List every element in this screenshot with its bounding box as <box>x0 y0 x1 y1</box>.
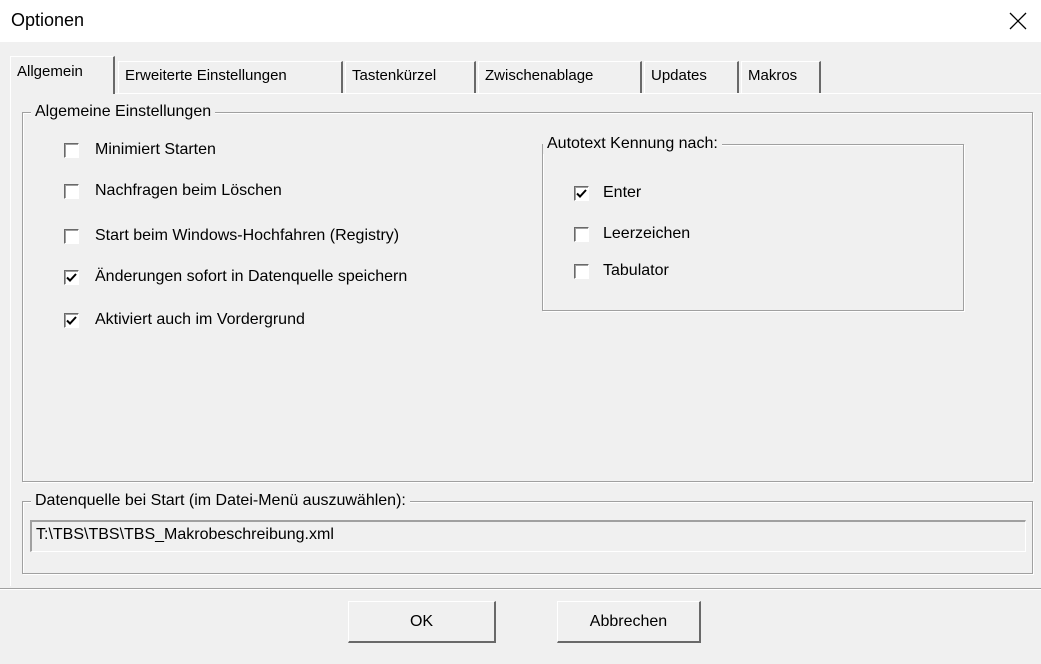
option-nachfragen-loeschen[interactable]: Nachfragen beim Löschen <box>64 182 282 200</box>
tab-makros[interactable]: Makros <box>741 61 821 93</box>
autotext-option-leerzeichen[interactable]: Leerzeichen <box>574 225 690 243</box>
title-bar: Optionen <box>0 0 1041 42</box>
checkbox-tabulator[interactable] <box>574 263 589 279</box>
ok-button[interactable]: OK <box>348 601 496 643</box>
tab-label: Erweiterte Einstellungen <box>125 67 287 84</box>
option-label: Minimiert Starten <box>95 141 216 158</box>
tab-erweiterte-einstellungen[interactable]: Erweiterte Einstellungen <box>118 61 343 93</box>
checkmark-icon <box>66 272 77 282</box>
button-divider <box>0 588 1041 590</box>
autotext-option-tabulator[interactable]: Tabulator <box>574 262 669 280</box>
checkbox-windows-start[interactable] <box>64 228 79 244</box>
close-button[interactable] <box>995 0 1041 42</box>
option-sofort-speichern[interactable]: Änderungen sofort in Datenquelle speiche… <box>64 268 407 286</box>
tab-updates[interactable]: Updates <box>644 61 739 93</box>
option-label: Nachfragen beim Löschen <box>95 182 282 199</box>
autotext-option-enter[interactable]: Enter <box>574 184 641 202</box>
option-label: Leerzeichen <box>603 225 691 242</box>
tab-label: Allgemein <box>17 63 83 80</box>
general-settings-title: Algemeine Einstellungen <box>31 102 216 122</box>
tab-label: Updates <box>651 67 707 84</box>
autotext-title: Autotext Kennung nach: <box>543 134 722 154</box>
tab-label: Zwischenablage <box>485 67 594 84</box>
option-vordergrund[interactable]: Aktiviert auch im Vordergrund <box>64 311 305 329</box>
option-minimiert-starten[interactable]: Minimiert Starten <box>64 141 216 159</box>
tab-tastenkuerzel[interactable]: Tastenkürzel <box>345 61 476 93</box>
option-label: Aktiviert auch im Vordergrund <box>95 311 305 328</box>
tab-allgemein[interactable]: Allgemein <box>10 56 115 94</box>
tab-label: Makros <box>748 67 798 84</box>
checkbox-enter[interactable] <box>574 185 589 201</box>
option-label: Änderungen sofort in Datenquelle speiche… <box>95 268 408 285</box>
checkbox-leerzeichen[interactable] <box>574 226 589 242</box>
checkbox-minimiert-starten[interactable] <box>64 142 79 158</box>
option-label: Tabulator <box>603 262 669 279</box>
datasource-title: Datenquelle bei Start (im Datei-Menü aus… <box>31 491 410 511</box>
tab-label: Tastenkürzel <box>352 67 437 84</box>
option-windows-start[interactable]: Start beim Windows-Hochfahren (Registry) <box>64 227 399 245</box>
checkbox-vordergrund[interactable] <box>64 312 79 328</box>
option-label: Start beim Windows-Hochfahren (Registry) <box>95 227 400 244</box>
datasource-group: Datenquelle bei Start (im Datei-Menü aus… <box>22 491 1033 574</box>
window-title: Optionen <box>11 10 85 30</box>
checkbox-sofort-speichern[interactable] <box>64 269 79 285</box>
options-dialog: Optionen Allgemein Erweiterte Einstellun… <box>0 0 1041 664</box>
close-icon <box>1009 12 1027 30</box>
option-label: Enter <box>603 184 642 201</box>
datasource-path-field[interactable]: T:\TBS\TBS\TBS_Makrobeschreibung.xml <box>30 520 1026 552</box>
tab-zwischenablage[interactable]: Zwischenablage <box>478 61 642 93</box>
checkmark-icon <box>66 315 77 325</box>
checkmark-icon <box>576 188 587 198</box>
checkbox-nachfragen-loeschen[interactable] <box>64 183 79 199</box>
cancel-button[interactable]: Abbrechen <box>557 601 701 643</box>
